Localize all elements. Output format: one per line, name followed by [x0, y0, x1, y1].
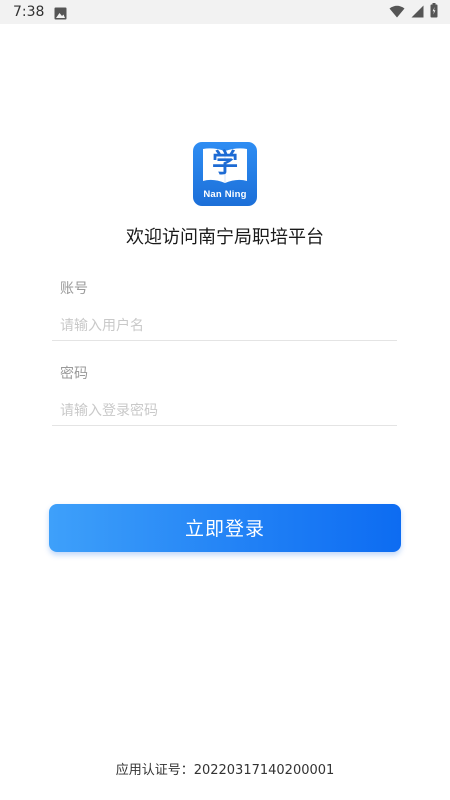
logo-caption: Nan Ning [203, 189, 247, 200]
password-label: 密码 [60, 366, 88, 382]
password-input[interactable] [52, 396, 397, 426]
status-icons [389, 2, 438, 22]
username-input[interactable] [52, 311, 397, 341]
status-time: 7:38 [13, 4, 45, 20]
logo-character: 学 [211, 149, 238, 179]
app-logo: 学 Nan Ning [193, 142, 257, 206]
page-title: 欢迎访问南宁局职培平台 [126, 227, 324, 248]
image-icon [54, 5, 67, 20]
login-button[interactable]: 立即登录 [49, 504, 401, 552]
battery-icon [430, 2, 438, 22]
account-label: 账号 [60, 281, 88, 297]
status-bar: 7:38 [0, 0, 450, 24]
certification-number: 应用认证号：20220317140200001 [115, 763, 335, 778]
wifi-icon [389, 3, 405, 22]
signal-icon [411, 3, 424, 22]
